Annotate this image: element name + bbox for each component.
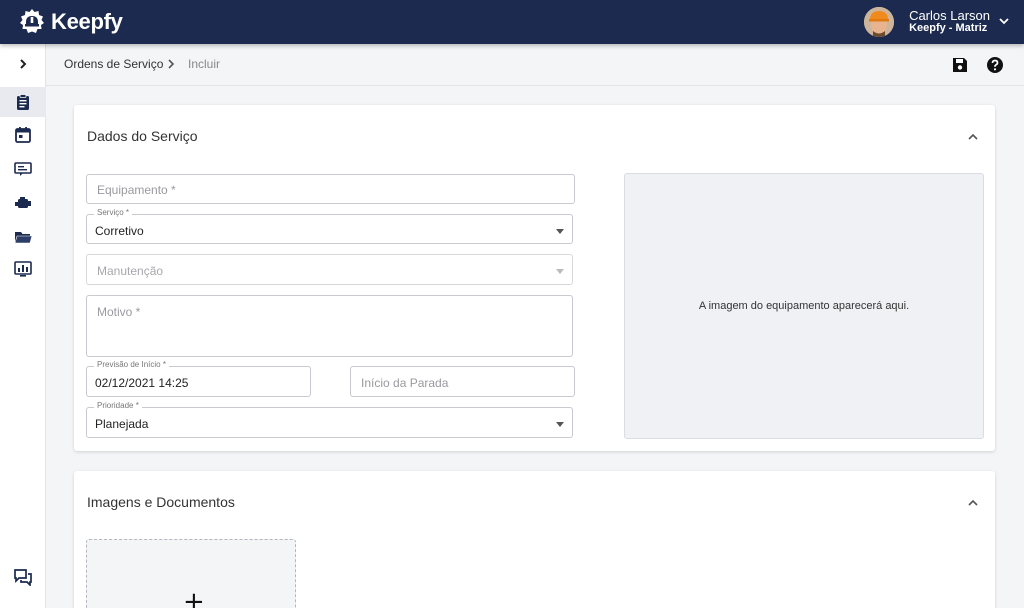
breadcrumb-current: Incluir [188, 57, 221, 71]
chevron-up-icon[interactable] [965, 495, 981, 511]
clipboard-icon [17, 94, 29, 110]
chevron-right-icon [168, 59, 175, 69]
save-button[interactable] [950, 55, 970, 75]
sidebar-item-calendar[interactable] [0, 120, 46, 150]
service-label: Serviço * [94, 208, 133, 217]
chat-icon [14, 569, 32, 586]
service-value: Corretivo [95, 224, 144, 238]
user-org: Keepfy - Matriz [909, 22, 988, 34]
help-icon [987, 57, 1003, 73]
add-document-dropzone[interactable]: + [86, 539, 296, 608]
sidebar-item-service-orders[interactable] [0, 87, 46, 117]
sidebar-expand-button[interactable] [0, 52, 46, 76]
reason-placeholder: Motivo * [97, 305, 141, 319]
maintenance-select[interactable]: Manutenção [86, 254, 573, 285]
calendar-icon [15, 127, 31, 143]
ticket-icon [14, 162, 32, 176]
sidebar-item-dashboard[interactable] [0, 254, 46, 284]
folder-icon [14, 232, 33, 244]
app-name: Keepfy [51, 9, 123, 34]
user-name: Carlos Larson [909, 8, 990, 23]
reason-textarea[interactable]: Motivo * [86, 295, 573, 357]
top-bar: Keepfy Carlos Larson Keepfy - Matriz [0, 0, 1024, 44]
service-select[interactable]: Serviço * Corretivo [86, 208, 573, 244]
maintenance-placeholder: Manutenção [97, 264, 164, 278]
sidebar-item-chat[interactable] [0, 562, 46, 592]
breadcrumb-parent-link[interactable]: Ordens de Serviço [64, 57, 163, 71]
equipment-image-placeholder: A imagem do equipamento aparecerá aqui. [624, 173, 984, 439]
sidebar-item-folders[interactable] [0, 222, 46, 252]
breadcrumb: Ordens de Serviço Incluir [46, 44, 1024, 86]
downtime-start-placeholder: Início da Parada [361, 376, 449, 390]
avatar[interactable] [864, 7, 895, 37]
dropdown-arrow-icon [556, 229, 564, 234]
equipment-field[interactable]: Equipamento * [86, 174, 575, 204]
engine-icon [15, 197, 31, 208]
downtime-start-field[interactable]: Início da Parada [350, 366, 575, 397]
sidebar-item-equipment[interactable] [0, 188, 46, 218]
chevron-down-icon[interactable] [998, 15, 1010, 27]
app-logo[interactable]: Keepfy [18, 6, 123, 38]
logo-icon [20, 9, 44, 33]
sidebar-item-tickets[interactable] [0, 154, 46, 184]
chevron-right-icon [20, 59, 27, 69]
equipment-placeholder: Equipamento * [97, 183, 176, 197]
priority-value: Planejada [95, 417, 149, 431]
equipment-image-text: A imagem do equipamento aparecerá aqui. [698, 300, 910, 312]
service-data-card: Dados do Serviço Equipamento * Serviço *… [74, 105, 995, 451]
dropdown-arrow-icon [556, 269, 564, 274]
chevron-up-icon[interactable] [965, 129, 981, 145]
user-menu[interactable]: Carlos Larson Keepfy - Matriz [864, 6, 1009, 38]
start-forecast-label: Previsão de Início * [94, 360, 169, 369]
dropdown-arrow-icon [556, 422, 564, 427]
sidebar [0, 44, 46, 608]
start-forecast-value: 02/12/2021 14:25 [95, 376, 189, 390]
service-card-title: Dados do Serviço [87, 128, 198, 144]
priority-select[interactable]: Prioridade * Planejada [86, 401, 573, 438]
images-documents-card: Imagens e Documentos + [74, 471, 995, 608]
save-icon [953, 58, 967, 72]
start-forecast-field[interactable]: Previsão de Início * 02/12/2021 14:25 [86, 360, 311, 397]
documents-card-title: Imagens e Documentos [87, 494, 235, 510]
priority-label: Prioridade * [94, 401, 142, 410]
add-icon: + [183, 587, 205, 608]
dashboard-icon [14, 261, 32, 277]
help-button[interactable] [985, 55, 1005, 75]
